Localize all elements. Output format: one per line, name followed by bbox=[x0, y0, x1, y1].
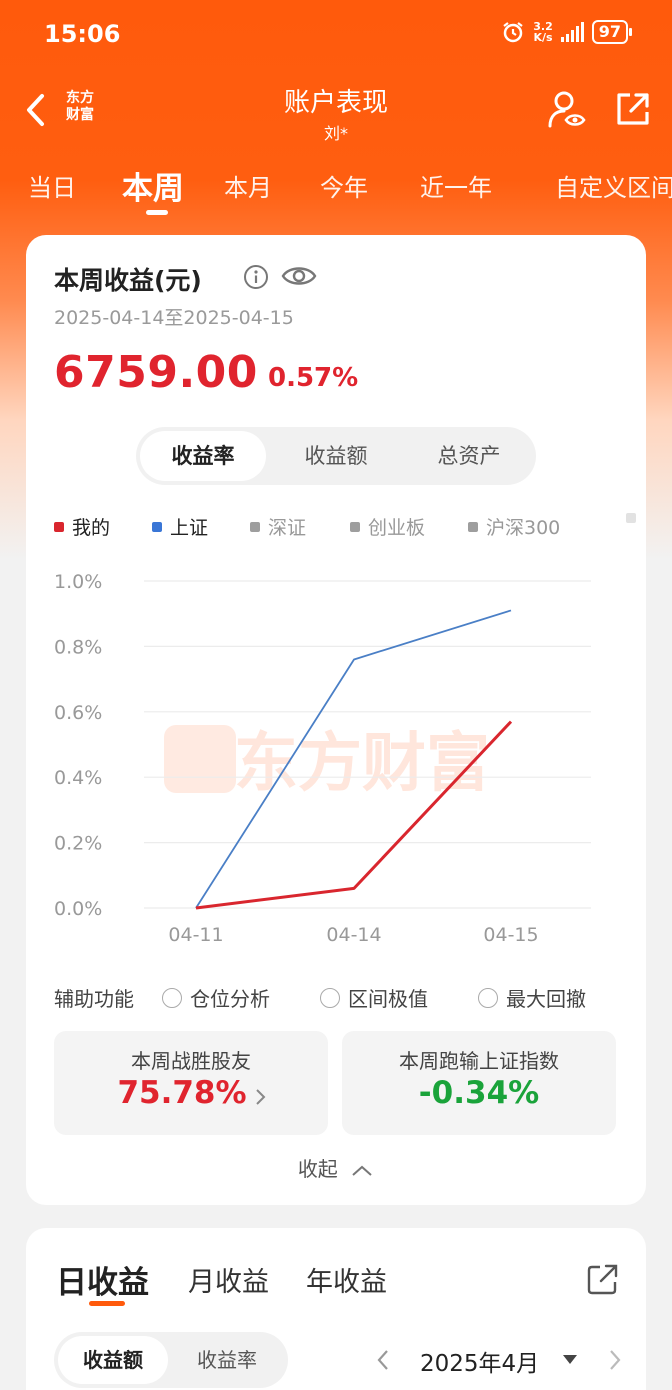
tab-daily-profit[interactable]: 日收益 bbox=[56, 1257, 149, 1302]
tab-last-year[interactable]: 近一年 bbox=[420, 168, 492, 203]
radio-icon bbox=[320, 987, 340, 1008]
stat-value: -0.34% bbox=[418, 1075, 540, 1111]
status-bar: 15:06 3.2 K/s 97 bbox=[0, 0, 672, 70]
aux-position-analysis[interactable]: 仓位分析 bbox=[162, 983, 270, 1012]
daily-profit-card: 日收益 月收益 年收益 收益额 收益率 2025年4月 bbox=[26, 1228, 646, 1390]
segment-profit-amount[interactable]: 收益额 bbox=[58, 1336, 168, 1384]
stat-label: 本周战胜股友 bbox=[131, 1049, 251, 1073]
y-tick-label: 1.0% bbox=[54, 571, 102, 593]
radio-icon bbox=[478, 987, 498, 1008]
legend-label: 深证 bbox=[268, 517, 307, 539]
signal-icon bbox=[560, 22, 584, 42]
legend-item-overflow bbox=[626, 513, 636, 523]
tab-monthly-profit[interactable]: 月收益 bbox=[188, 1260, 269, 1299]
date-range: 2025-04-14至2025-04-15 bbox=[54, 307, 294, 329]
month-selector: 2025年4月 bbox=[374, 1340, 634, 1380]
legend-dot bbox=[350, 521, 360, 532]
legend-label: 沪深300 bbox=[486, 517, 561, 539]
y-tick-label: 0.6% bbox=[54, 702, 102, 724]
aux-label: 辅助功能 bbox=[54, 987, 134, 1011]
chart-legend: 我的 上证 深证 创业板 沪深300 bbox=[54, 513, 636, 543]
chevron-left-icon[interactable] bbox=[374, 1348, 392, 1372]
profit-percent: 0.57% bbox=[268, 363, 359, 393]
tab-this-week[interactable]: 本周 bbox=[122, 163, 184, 208]
chevron-up-icon bbox=[352, 1165, 372, 1176]
chart-watermark: 东方财富 bbox=[234, 727, 490, 801]
legend-label: 创业板 bbox=[368, 517, 426, 539]
period-tabs: 当日 本周 本月 今年 近一年 自定义区间 bbox=[0, 160, 672, 216]
battery-icon: 97 bbox=[591, 20, 633, 44]
chevron-right-icon[interactable] bbox=[606, 1348, 624, 1372]
tab-yearly-profit[interactable]: 年收益 bbox=[306, 1260, 387, 1299]
weekly-performance-card: 本周收益(元) 2025-04-14至2025-04-15 6759.00 0.… bbox=[26, 235, 646, 1205]
x-tick-label: 04-15 bbox=[483, 924, 538, 946]
active-tab-indicator bbox=[89, 1301, 125, 1306]
x-tick-label: 04-11 bbox=[168, 924, 223, 946]
legend-dot bbox=[626, 513, 636, 523]
y-tick-label: 0.0% bbox=[54, 898, 102, 920]
legend-item-chinext[interactable]: 创业板 bbox=[350, 513, 425, 540]
card-title: 本周收益(元) bbox=[54, 266, 202, 295]
aux-range-extremes[interactable]: 区间极值 bbox=[320, 983, 428, 1012]
aux-functions: 辅助功能 仓位分析 区间极值 最大回撤 bbox=[54, 983, 634, 1013]
aux-max-drawdown[interactable]: 最大回撤 bbox=[478, 983, 586, 1012]
tab-today[interactable]: 当日 bbox=[28, 168, 76, 203]
segment-total-assets[interactable]: 总资产 bbox=[406, 431, 532, 481]
daily-metric-segment: 收益额 收益率 bbox=[54, 1332, 288, 1388]
y-tick-label: 0.8% bbox=[54, 636, 102, 658]
alarm-icon bbox=[503, 22, 523, 43]
stat-label: 本周跑输上证指数 bbox=[399, 1049, 559, 1073]
aux-option-label: 仓位分析 bbox=[190, 987, 270, 1011]
beat-peers-stat[interactable]: 本周战胜股友 75.78% bbox=[54, 1031, 328, 1135]
export-icon[interactable] bbox=[586, 1262, 620, 1296]
chevron-right-icon bbox=[256, 1089, 266, 1105]
net-speed: 3.2 K/s bbox=[533, 21, 553, 43]
tab-this-year[interactable]: 今年 bbox=[320, 168, 368, 203]
legend-label: 我的 bbox=[72, 517, 111, 539]
legend-dot bbox=[468, 521, 478, 532]
status-icons: 3.2 K/s 97 bbox=[501, 20, 633, 44]
collapse-toggle[interactable]: 收起 bbox=[26, 1153, 646, 1182]
legend-item-shanghai[interactable]: 上证 bbox=[152, 513, 208, 540]
y-tick-label: 0.2% bbox=[54, 833, 102, 855]
segment-profit-rate[interactable]: 收益率 bbox=[172, 1336, 282, 1384]
y-tick-label: 0.4% bbox=[54, 767, 102, 789]
caret-down-icon[interactable] bbox=[562, 1354, 578, 1366]
status-time: 15:06 bbox=[44, 20, 121, 48]
profit-amount: 6759.00 bbox=[54, 347, 258, 398]
legend-item-shenzhen[interactable]: 深证 bbox=[250, 513, 306, 540]
legend-dot bbox=[250, 521, 260, 532]
segment-return-amount[interactable]: 收益额 bbox=[273, 431, 399, 481]
return-line-chart: 东方财富 0.0% 0.2% 0.4% 0.6% 0.8% 1.0% 04-11 04-14 04… bbox=[54, 571, 591, 946]
segment-return-rate[interactable]: 收益率 bbox=[140, 431, 266, 481]
aux-option-label: 最大回撤 bbox=[506, 987, 586, 1011]
legend-dot bbox=[54, 521, 64, 532]
metric-segment: 收益率 收益额 总资产 bbox=[136, 427, 536, 485]
active-tab-indicator bbox=[146, 210, 168, 215]
legend-label: 上证 bbox=[170, 517, 209, 539]
vs-index-stat: 本周跑输上证指数 -0.34% bbox=[342, 1031, 616, 1135]
stat-value: 75.78% bbox=[117, 1075, 247, 1111]
net-speed-unit: K/s bbox=[533, 31, 553, 44]
legend-item-csi300[interactable]: 沪深300 bbox=[468, 513, 560, 540]
legend-dot bbox=[152, 521, 162, 532]
info-icon[interactable] bbox=[242, 263, 270, 291]
current-month[interactable]: 2025年4月 bbox=[420, 1344, 539, 1378]
aux-option-label: 区间极值 bbox=[348, 987, 428, 1011]
collapse-label: 收起 bbox=[297, 1157, 338, 1181]
watermark-logo bbox=[164, 725, 236, 793]
share-icon[interactable] bbox=[614, 90, 652, 128]
radio-icon bbox=[162, 987, 182, 1008]
tab-custom-range[interactable]: 自定义区间 bbox=[555, 168, 672, 203]
user-privacy-icon[interactable] bbox=[546, 88, 588, 130]
legend-item-mine[interactable]: 我的 bbox=[54, 513, 110, 540]
x-tick-label: 04-14 bbox=[326, 924, 381, 946]
nav-bar: 东方 财富 账户表现 刘* bbox=[0, 78, 672, 143]
eye-icon[interactable] bbox=[280, 261, 318, 291]
tab-this-month[interactable]: 本月 bbox=[224, 168, 272, 203]
